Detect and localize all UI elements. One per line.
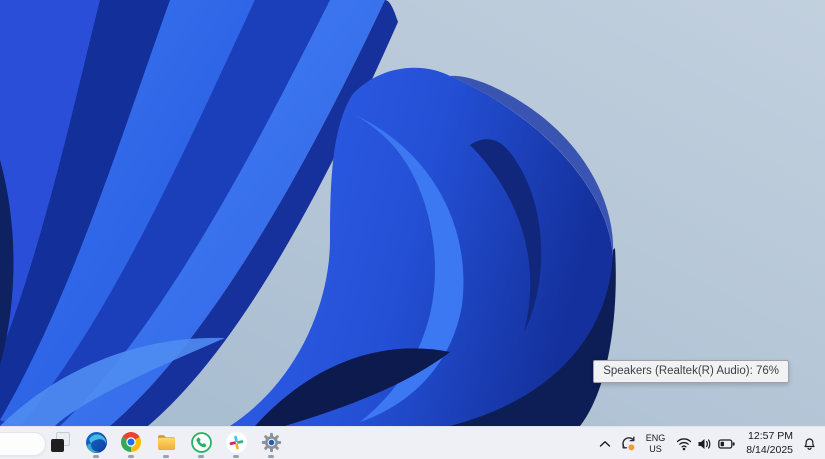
desktop-wallpaper[interactable]: Speakers (Realtek(R) Audio): 76% <box>0 0 825 426</box>
settings-button[interactable] <box>259 427 283 459</box>
update-restart-icon <box>620 435 637 452</box>
task-view-button[interactable] <box>49 427 73 459</box>
clock-date: 8/14/2025 <box>746 444 793 457</box>
edge-icon <box>85 431 107 453</box>
volume-icon <box>697 437 713 451</box>
chrome-icon <box>120 431 142 453</box>
task-view-icon <box>50 431 72 453</box>
settings-running-indicator <box>268 455 274 458</box>
volume-tooltip: Speakers (Realtek(R) Audio): 76% <box>593 360 789 383</box>
edge-button[interactable] <box>84 427 108 459</box>
file-explorer-icon <box>155 431 177 453</box>
whatsapp-button[interactable] <box>189 427 213 459</box>
quick-settings-button[interactable] <box>674 437 737 451</box>
settings-gear-icon <box>260 431 282 453</box>
clock-time: 12:57 PM <box>746 430 793 443</box>
edge-running-indicator <box>93 455 99 458</box>
chevron-up-icon <box>599 440 611 448</box>
taskbar-app-icons <box>49 427 283 459</box>
screen: Speakers (Realtek(R) Audio): 76% <box>0 0 825 459</box>
notification-center-button[interactable] <box>802 430 817 458</box>
notification-bell-icon <box>802 436 817 451</box>
wifi-icon <box>676 437 692 451</box>
hidden-icons-button[interactable] <box>599 430 611 458</box>
file-explorer-running-indicator <box>163 455 169 458</box>
clock-button[interactable]: 12:57 PM 8/14/2025 <box>746 430 793 458</box>
language-line2: US <box>646 444 666 455</box>
chrome-button[interactable] <box>119 427 143 459</box>
slack-icon <box>225 431 247 453</box>
search-box[interactable] <box>0 432 46 456</box>
slack-running-indicator <box>233 455 239 458</box>
language-line1: ENG <box>646 433 666 444</box>
whatsapp-icon <box>190 431 212 453</box>
update-pending-button[interactable] <box>620 430 637 458</box>
file-explorer-button[interactable] <box>154 427 178 459</box>
whatsapp-running-indicator <box>198 455 204 458</box>
taskbar: ENG US <box>0 426 825 459</box>
system-tray: ENG US <box>599 427 825 459</box>
battery-icon <box>718 438 735 450</box>
language-indicator[interactable]: ENG US <box>646 430 666 458</box>
slack-button[interactable] <box>224 427 248 459</box>
chrome-running-indicator <box>128 455 134 458</box>
